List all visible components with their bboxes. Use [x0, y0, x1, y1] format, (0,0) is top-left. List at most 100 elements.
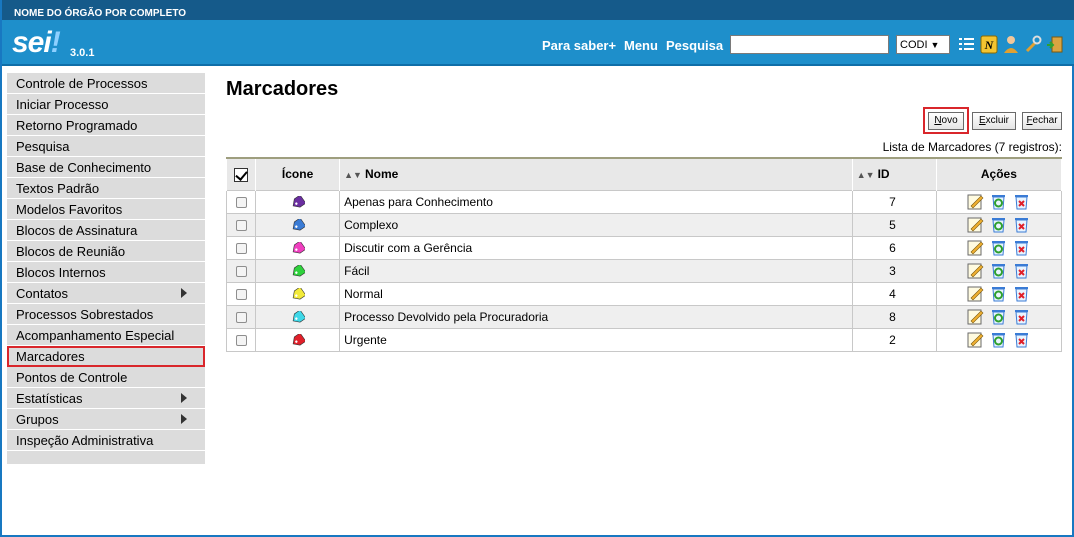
- sidebar-item-base-de-conhecimento[interactable]: Base de Conhecimento: [7, 157, 205, 178]
- actions-cell: [935, 304, 1063, 329]
- page-title: Marcadores: [226, 78, 339, 100]
- sidebar-item-iniciar-processo[interactable]: Iniciar Processo: [7, 94, 205, 115]
- sidebar-item-blocos-de-reuniao[interactable]: Blocos de Reunião: [7, 241, 205, 262]
- table-row: Apenas para Conhecimento 7: [225, 189, 1063, 214]
- id-column-header[interactable]: ▲▼ ID: [851, 157, 937, 190]
- sort-icon[interactable]: ▲▼: [344, 170, 362, 180]
- name-column-header[interactable]: ▲▼ Nome: [339, 157, 853, 190]
- marker-name: Discutir com a Gerência: [339, 235, 853, 260]
- list-icon[interactable]: [958, 35, 976, 54]
- deactivate-icon[interactable]: [990, 308, 1007, 325]
- actions-cell: [935, 281, 1063, 306]
- delete-icon[interactable]: [1013, 239, 1030, 256]
- sidebar-item-blocos-de-assinatura[interactable]: Blocos de Assinatura: [7, 220, 205, 241]
- edit-icon[interactable]: [967, 216, 984, 233]
- delete-icon[interactable]: [1013, 216, 1030, 233]
- sort-icon[interactable]: ▲▼: [857, 170, 875, 180]
- org-name: NOME DO ÓRGÃO POR COMPLETO: [14, 8, 187, 19]
- delete-icon[interactable]: [1013, 262, 1030, 279]
- sidebar-item-controle-de-processos[interactable]: Controle de Processos: [7, 73, 205, 94]
- search-input[interactable]: [730, 35, 889, 54]
- edit-icon[interactable]: [967, 193, 984, 210]
- marker-name: Processo Devolvido pela Procuradoria: [339, 304, 853, 329]
- deactivate-icon[interactable]: [990, 331, 1007, 348]
- deactivate-icon[interactable]: [990, 262, 1007, 279]
- table-row: Fácil 3: [225, 258, 1063, 283]
- edit-icon[interactable]: [967, 308, 984, 325]
- icon-column-header: Ícone: [255, 157, 341, 190]
- delete-icon[interactable]: [1013, 331, 1030, 348]
- sidebar-item-inspecao-administrativa[interactable]: Inspeção Administrativa: [7, 430, 205, 451]
- unit-select[interactable]: CODI ▼: [896, 35, 950, 54]
- row-checkbox[interactable]: [235, 311, 247, 323]
- table-row: Processo Devolvido pela Procuradoria 8: [225, 304, 1063, 329]
- sidebar-item-acompanhamento-especial[interactable]: Acompanhamento Especial: [7, 325, 205, 346]
- delete-icon[interactable]: [1013, 193, 1030, 210]
- tools-icon[interactable]: [1024, 35, 1042, 54]
- row-checkbox[interactable]: [235, 242, 247, 254]
- sidebar-item-retorno-programado[interactable]: Retorno Programado: [7, 115, 205, 136]
- novo-button[interactable]: Novo: [928, 112, 964, 130]
- main-content: Marcadores Novo Excluir Fechar Lista de …: [225, 73, 1063, 352]
- pesquisa-link[interactable]: Pesquisa: [666, 38, 723, 53]
- row-checkbox[interactable]: [235, 219, 247, 231]
- marker-icon-cell: [255, 304, 341, 329]
- sidebar-item-grupos[interactable]: Grupos: [7, 409, 205, 430]
- actions-cell: [935, 212, 1063, 237]
- row-checkbox-cell: [225, 189, 257, 214]
- fechar-button[interactable]: Fechar: [1022, 112, 1062, 130]
- marker-id: 6: [851, 235, 937, 260]
- marker-name: Complexo: [339, 212, 853, 237]
- delete-icon[interactable]: [1013, 285, 1030, 302]
- sidebar-item-modelos-favoritos[interactable]: Modelos Favoritos: [7, 199, 205, 220]
- sidebar-menu: Controle de Processos Iniciar Processo R…: [7, 73, 205, 464]
- deactivate-icon[interactable]: [990, 285, 1007, 302]
- actions-cell: [935, 327, 1063, 352]
- marcadores-table: Ícone ▲▼ Nome ▲▼ ID Ações Apenas para Conh…: [225, 157, 1063, 352]
- actions-cell: [935, 258, 1063, 283]
- actions-column-header: Ações: [935, 157, 1063, 190]
- sei-logo[interactable]: sei!: [12, 28, 61, 58]
- table-row: Normal 4: [225, 281, 1063, 306]
- menu-link[interactable]: Menu: [624, 38, 658, 53]
- row-checkbox[interactable]: [235, 288, 247, 300]
- row-checkbox[interactable]: [235, 265, 247, 277]
- sidebar-item-processos-sobrestados[interactable]: Processos Sobrestados: [7, 304, 205, 325]
- select-all-checkbox[interactable]: [234, 167, 249, 182]
- marker-id: 5: [851, 212, 937, 237]
- sidebar-item-pesquisa[interactable]: Pesquisa: [7, 136, 205, 157]
- exit-icon[interactable]: [1046, 35, 1064, 54]
- edit-icon[interactable]: [967, 285, 984, 302]
- notes-n-icon[interactable]: N: [980, 35, 998, 54]
- row-checkbox[interactable]: [235, 196, 247, 208]
- submenu-arrow-icon: [181, 288, 187, 298]
- sidebar-item-contatos[interactable]: Contatos: [7, 283, 205, 304]
- row-checkbox-cell: [225, 327, 257, 352]
- org-name-bar: NOME DO ÓRGÃO POR COMPLETO: [2, 0, 1074, 20]
- row-checkbox[interactable]: [235, 334, 247, 346]
- row-checkbox-cell: [225, 281, 257, 306]
- excluir-button[interactable]: Excluir: [972, 112, 1016, 130]
- marker-name: Normal: [339, 281, 853, 306]
- edit-icon[interactable]: [967, 239, 984, 256]
- deactivate-icon[interactable]: [990, 216, 1007, 233]
- user-icon[interactable]: [1002, 35, 1020, 54]
- deactivate-icon[interactable]: [990, 193, 1007, 210]
- table-row: Complexo 5: [225, 212, 1063, 237]
- marker-icon-cell: [255, 258, 341, 283]
- tag-icon: [292, 241, 305, 254]
- delete-icon[interactable]: [1013, 308, 1030, 325]
- sidebar-item-marcadores[interactable]: Marcadores: [7, 346, 205, 367]
- sidebar-item-estatisticas[interactable]: Estatísticas: [7, 388, 205, 409]
- submenu-arrow-icon: [181, 414, 187, 424]
- table-row: Discutir com a Gerência 6: [225, 235, 1063, 260]
- sidebar-item-textos-padrao[interactable]: Textos Padrão: [7, 178, 205, 199]
- para-saber-link[interactable]: Para saber+: [542, 38, 616, 53]
- edit-icon[interactable]: [967, 331, 984, 348]
- sidebar-item-pontos-de-controle[interactable]: Pontos de Controle: [7, 367, 205, 388]
- marker-icon-cell: [255, 281, 341, 306]
- deactivate-icon[interactable]: [990, 239, 1007, 256]
- actions-cell: [935, 235, 1063, 260]
- sidebar-item-blocos-internos[interactable]: Blocos Internos: [7, 262, 205, 283]
- edit-icon[interactable]: [967, 262, 984, 279]
